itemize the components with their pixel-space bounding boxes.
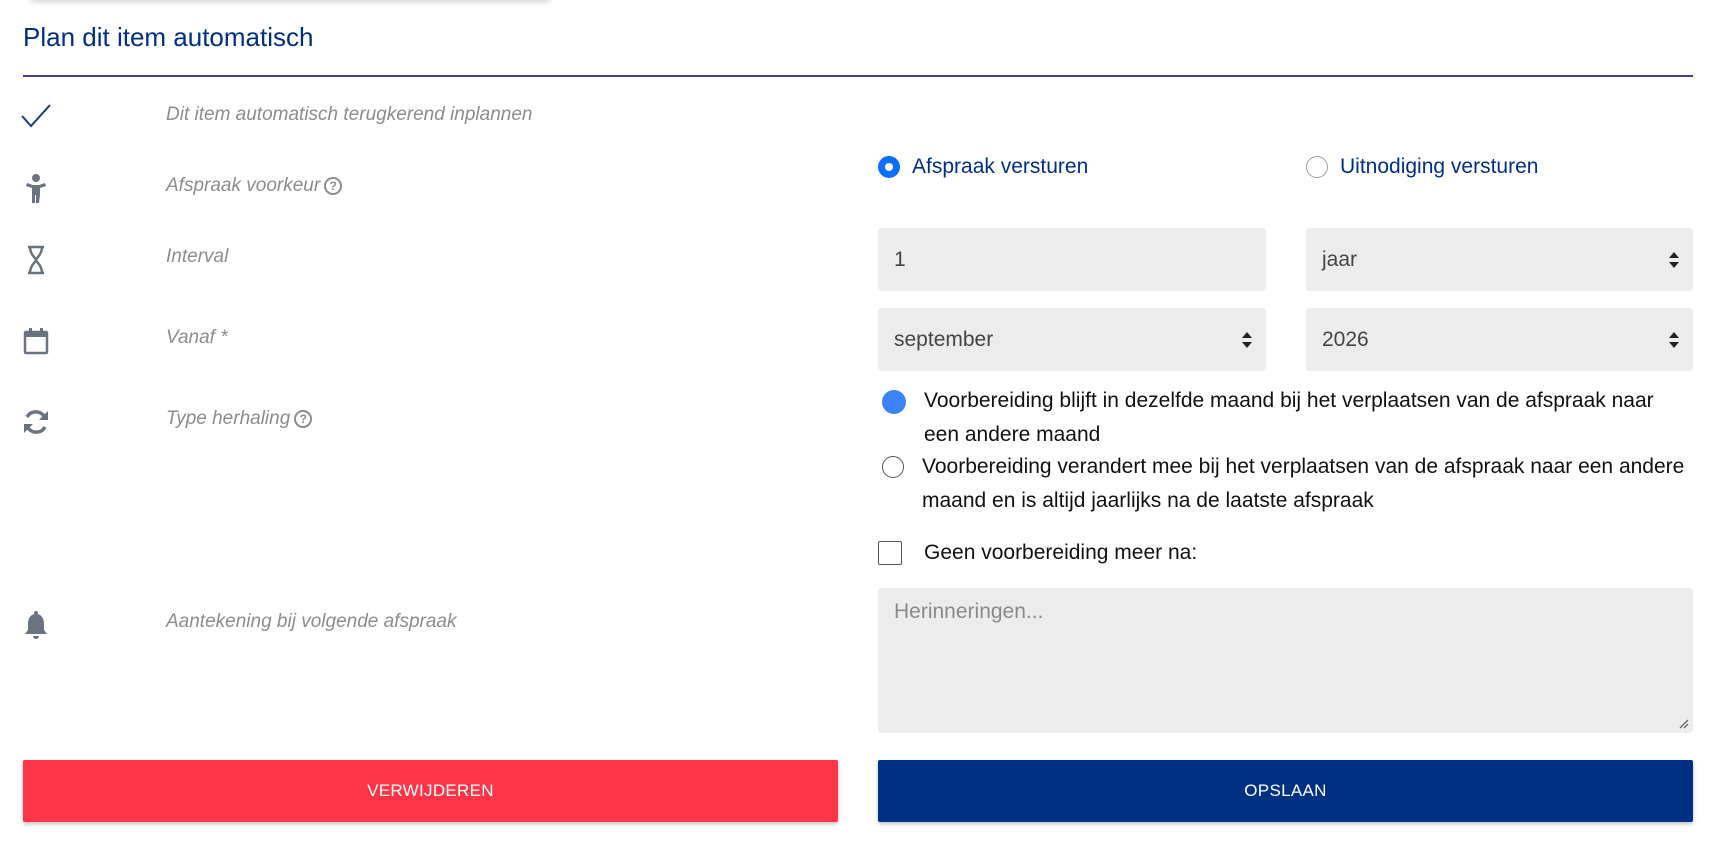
month-select[interactable]: september [878,308,1266,371]
help-icon[interactable]: ? [324,177,343,195]
radio-selected-icon[interactable] [878,156,900,178]
month-value: september [894,327,994,351]
interval-unit-value: jaar [1322,247,1358,271]
radio-send-invitation-label: Uitnodiging versturen [1340,155,1539,178]
preference-text: Afspraak voorkeur [166,175,321,196]
repeat-option-yearly-after-last[interactable]: Voorbereiding verandert mee bij het verp… [882,450,1692,518]
radio-send-appointment[interactable]: Afspraak versturen [878,155,1088,179]
interval-value-input[interactable]: 1 [878,228,1266,291]
reminder-placeholder: Herinneringen... [894,600,1044,623]
radio-send-appointment-label: Afspraak versturen [912,155,1089,178]
note-text: Aantekening bij volgende afspraak [166,611,457,632]
repeat-option-same-month[interactable]: Voorbereiding blijft in dezelfde maand b… [882,384,1692,452]
interval-label: Interval [166,246,228,268]
radio-selected-icon[interactable] [882,390,906,414]
no-more-prep-label: Geen voorbereiding meer na: [924,541,1198,564]
select-arrows-icon [1669,251,1679,268]
interval-value: 1 [894,247,906,271]
repeat-type-label: Type herhaling ? [166,408,313,430]
select-arrows-icon [1669,331,1679,348]
year-value: 2026 [1322,327,1369,351]
repeat-option-yearly-label: Voorbereiding verandert mee bij het verp… [922,455,1685,512]
checkmark-icon [20,100,52,132]
resize-handle-icon[interactable] [1677,717,1689,729]
select-arrows-icon [1242,331,1252,348]
reminder-textarea[interactable]: Herinneringen... [878,588,1693,733]
radio-unselected-icon[interactable] [882,456,904,478]
year-select[interactable]: 2026 [1306,308,1693,371]
interval-unit-select[interactable]: jaar [1306,228,1693,291]
save-button-label: OPSLAAN [1244,781,1327,800]
save-button[interactable]: OPSLAAN [878,760,1693,822]
from-label: Vanaf * [166,327,228,349]
delete-button-label: VERWIJDEREN [367,781,494,800]
from-text: Vanaf * [166,327,228,348]
refresh-icon [20,406,52,438]
no-more-prep-checkbox-row[interactable]: Geen voorbereiding meer na: [878,541,1197,565]
form-title: Plan dit item automatisch [23,22,314,52]
bell-icon [20,609,52,641]
delete-button[interactable]: VERWIJDEREN [23,760,838,822]
checkbox-unchecked-icon[interactable] [878,541,902,565]
calendar-icon [20,325,52,357]
person-icon [20,173,52,205]
auto-schedule-text: Dit item automatisch terugkerend inplann… [166,104,533,125]
help-icon[interactable]: ? [294,410,313,428]
radio-unselected-icon[interactable] [1306,156,1328,178]
auto-schedule-label: Dit item automatisch terugkerend inplann… [166,104,532,126]
hourglass-icon [20,244,52,276]
radio-send-invitation[interactable]: Uitnodiging versturen [1306,155,1538,179]
title-divider [23,75,1693,77]
interval-text: Interval [166,246,229,267]
repeat-option-same-month-label: Voorbereiding blijft in dezelfde maand b… [924,389,1654,446]
preference-label: Afspraak voorkeur ? [166,175,343,197]
note-label: Aantekening bij volgende afspraak [166,611,456,633]
repeat-type-text: Type herhaling [166,408,291,429]
